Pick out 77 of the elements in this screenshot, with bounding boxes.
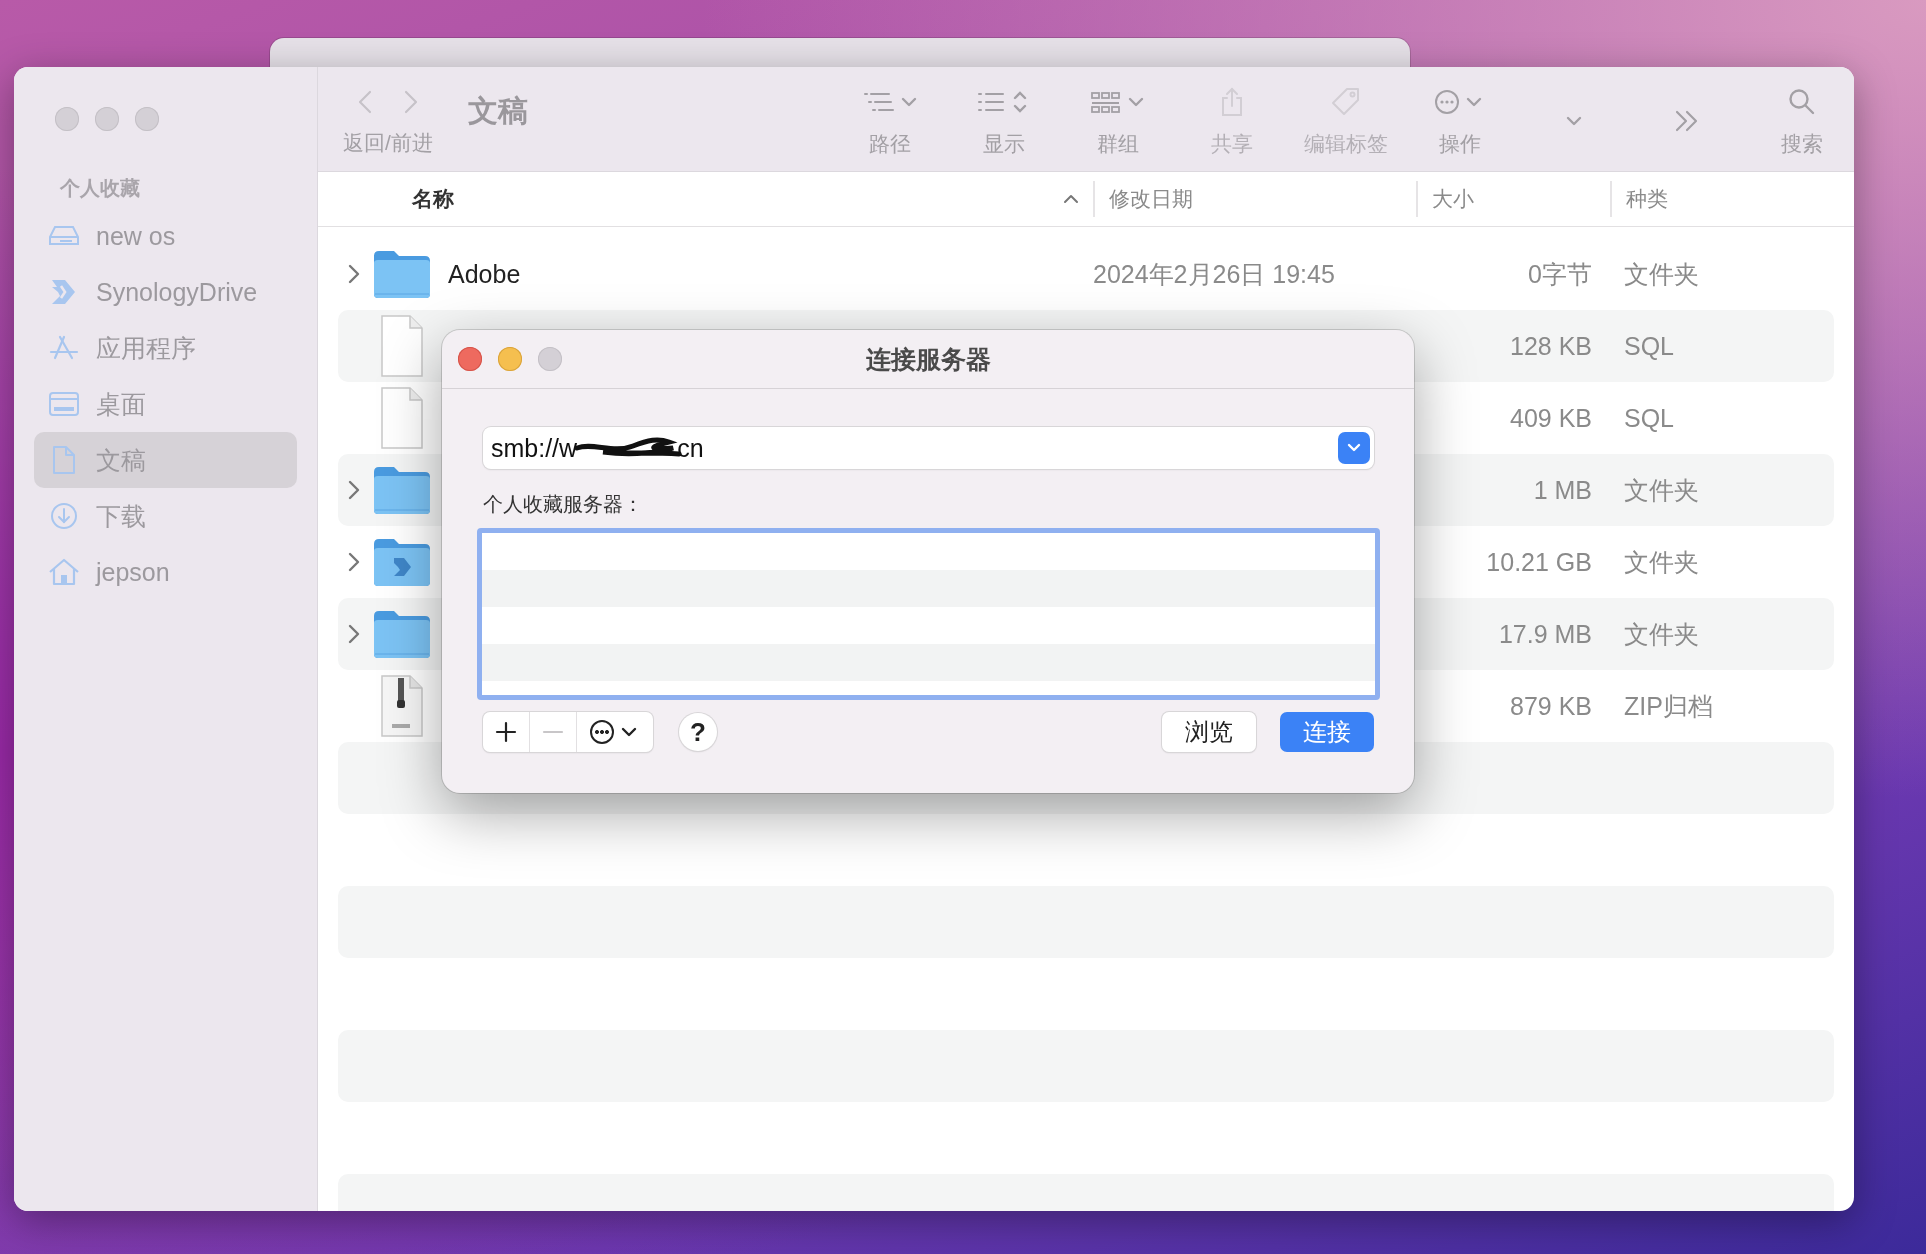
desktop-icon bbox=[46, 391, 82, 417]
toolbar-label: 返回/前进 bbox=[343, 130, 433, 155]
folder-icon bbox=[372, 248, 432, 300]
column-header[interactable]: 修改日期 bbox=[1093, 181, 1416, 217]
window-control[interactable] bbox=[55, 107, 79, 131]
file-size: 1 MB bbox=[1533, 475, 1592, 504]
file-kind: 文件夹 bbox=[1624, 475, 1699, 504]
file-size: 17.9 MB bbox=[1498, 619, 1592, 648]
chevron-left-icon bbox=[357, 89, 373, 115]
dialog-title: 连接服务器 bbox=[864, 343, 992, 375]
file-kind: 文件夹 bbox=[1624, 619, 1699, 648]
toolbar-label: 群组 bbox=[1097, 131, 1139, 156]
file-size: 0字节 bbox=[1528, 259, 1592, 288]
share-icon bbox=[1219, 87, 1245, 117]
grid-icon bbox=[1090, 89, 1146, 115]
plus-icon bbox=[495, 721, 517, 743]
column-header[interactable]: 名称 bbox=[338, 181, 1093, 217]
drive-icon bbox=[46, 224, 82, 248]
folder-title: 文稿 bbox=[468, 92, 528, 129]
folder-icon bbox=[372, 536, 432, 588]
address-field[interactable]: smb://w cn bbox=[483, 427, 1374, 469]
field-label: 个人收藏服务器： bbox=[483, 492, 644, 517]
window-control[interactable] bbox=[458, 347, 482, 371]
toolbar-label: 搜索 bbox=[1781, 131, 1823, 156]
tag-icon bbox=[1331, 87, 1361, 117]
disclosure-icon bbox=[348, 624, 360, 644]
column-header[interactable]: 大小 bbox=[1416, 181, 1610, 217]
column-header[interactable]: 种类 bbox=[1610, 181, 1834, 217]
document-icon bbox=[378, 386, 426, 450]
back-button[interactable] bbox=[357, 89, 373, 115]
disclosure-icon bbox=[348, 480, 360, 500]
file-size: 128 KB bbox=[1510, 331, 1592, 360]
sidebar-item[interactable]: 桌面 bbox=[34, 376, 297, 432]
search-icon bbox=[1788, 88, 1816, 116]
browse-button[interactable]: 浏览 bbox=[1162, 712, 1256, 752]
disclosure-icon bbox=[348, 552, 360, 572]
chevron-down-icon bbox=[1566, 116, 1582, 126]
window-control[interactable] bbox=[135, 107, 159, 131]
file-kind: 文件夹 bbox=[1624, 259, 1699, 288]
sidebar-item[interactable]: new os bbox=[34, 208, 297, 264]
sidebar-item[interactable]: SynologyDrive bbox=[34, 264, 297, 320]
window-control[interactable] bbox=[498, 347, 522, 371]
chevron-down-icon bbox=[1346, 442, 1362, 454]
document-icon bbox=[378, 314, 426, 378]
toolbar-label: 共享 bbox=[1211, 131, 1253, 156]
folder-icon bbox=[372, 464, 432, 516]
file-kind: ZIP归档 bbox=[1624, 691, 1713, 720]
disclosure-icon bbox=[348, 264, 360, 284]
dropdown-button[interactable] bbox=[1338, 432, 1370, 464]
forward-button[interactable] bbox=[403, 89, 419, 115]
toolbar-label: 编辑标签 bbox=[1304, 131, 1388, 156]
sidebar-item[interactable]: 文稿 bbox=[34, 432, 297, 488]
sidebar-heading: 个人收藏 bbox=[60, 176, 141, 201]
toolbar-label: 显示 bbox=[983, 131, 1025, 156]
connect-button[interactable]: 连接 bbox=[1280, 712, 1374, 752]
window-control[interactable] bbox=[538, 347, 562, 371]
file-kind: SQL bbox=[1624, 403, 1675, 432]
file-kind: 文件夹 bbox=[1624, 547, 1699, 576]
folder-icon bbox=[372, 608, 432, 660]
server-list[interactable] bbox=[477, 528, 1380, 700]
minus-icon bbox=[542, 730, 564, 734]
zip-file-icon bbox=[378, 674, 426, 738]
file-size: 10.21 GB bbox=[1486, 547, 1592, 576]
sidebar-item[interactable]: 下载 bbox=[34, 488, 297, 544]
sidebar-item[interactable]: 应用程序 bbox=[34, 320, 297, 376]
toolbar-label: 路径 bbox=[869, 131, 911, 156]
modified-date: 2024年2月26日 19:45 bbox=[1093, 259, 1335, 288]
chevron-right-icon bbox=[403, 89, 419, 115]
sidebar-item[interactable]: jepson bbox=[34, 544, 297, 600]
file-size: 879 KB bbox=[1510, 691, 1592, 720]
toolbar-label: 操作 bbox=[1439, 131, 1481, 156]
sort-caret-icon bbox=[1063, 194, 1079, 204]
file-size: 409 KB bbox=[1510, 403, 1592, 432]
help-button[interactable]: ? bbox=[679, 713, 717, 751]
file-kind: SQL bbox=[1624, 331, 1675, 360]
file-name: Adobe bbox=[448, 259, 521, 288]
window-control[interactable] bbox=[95, 107, 119, 131]
